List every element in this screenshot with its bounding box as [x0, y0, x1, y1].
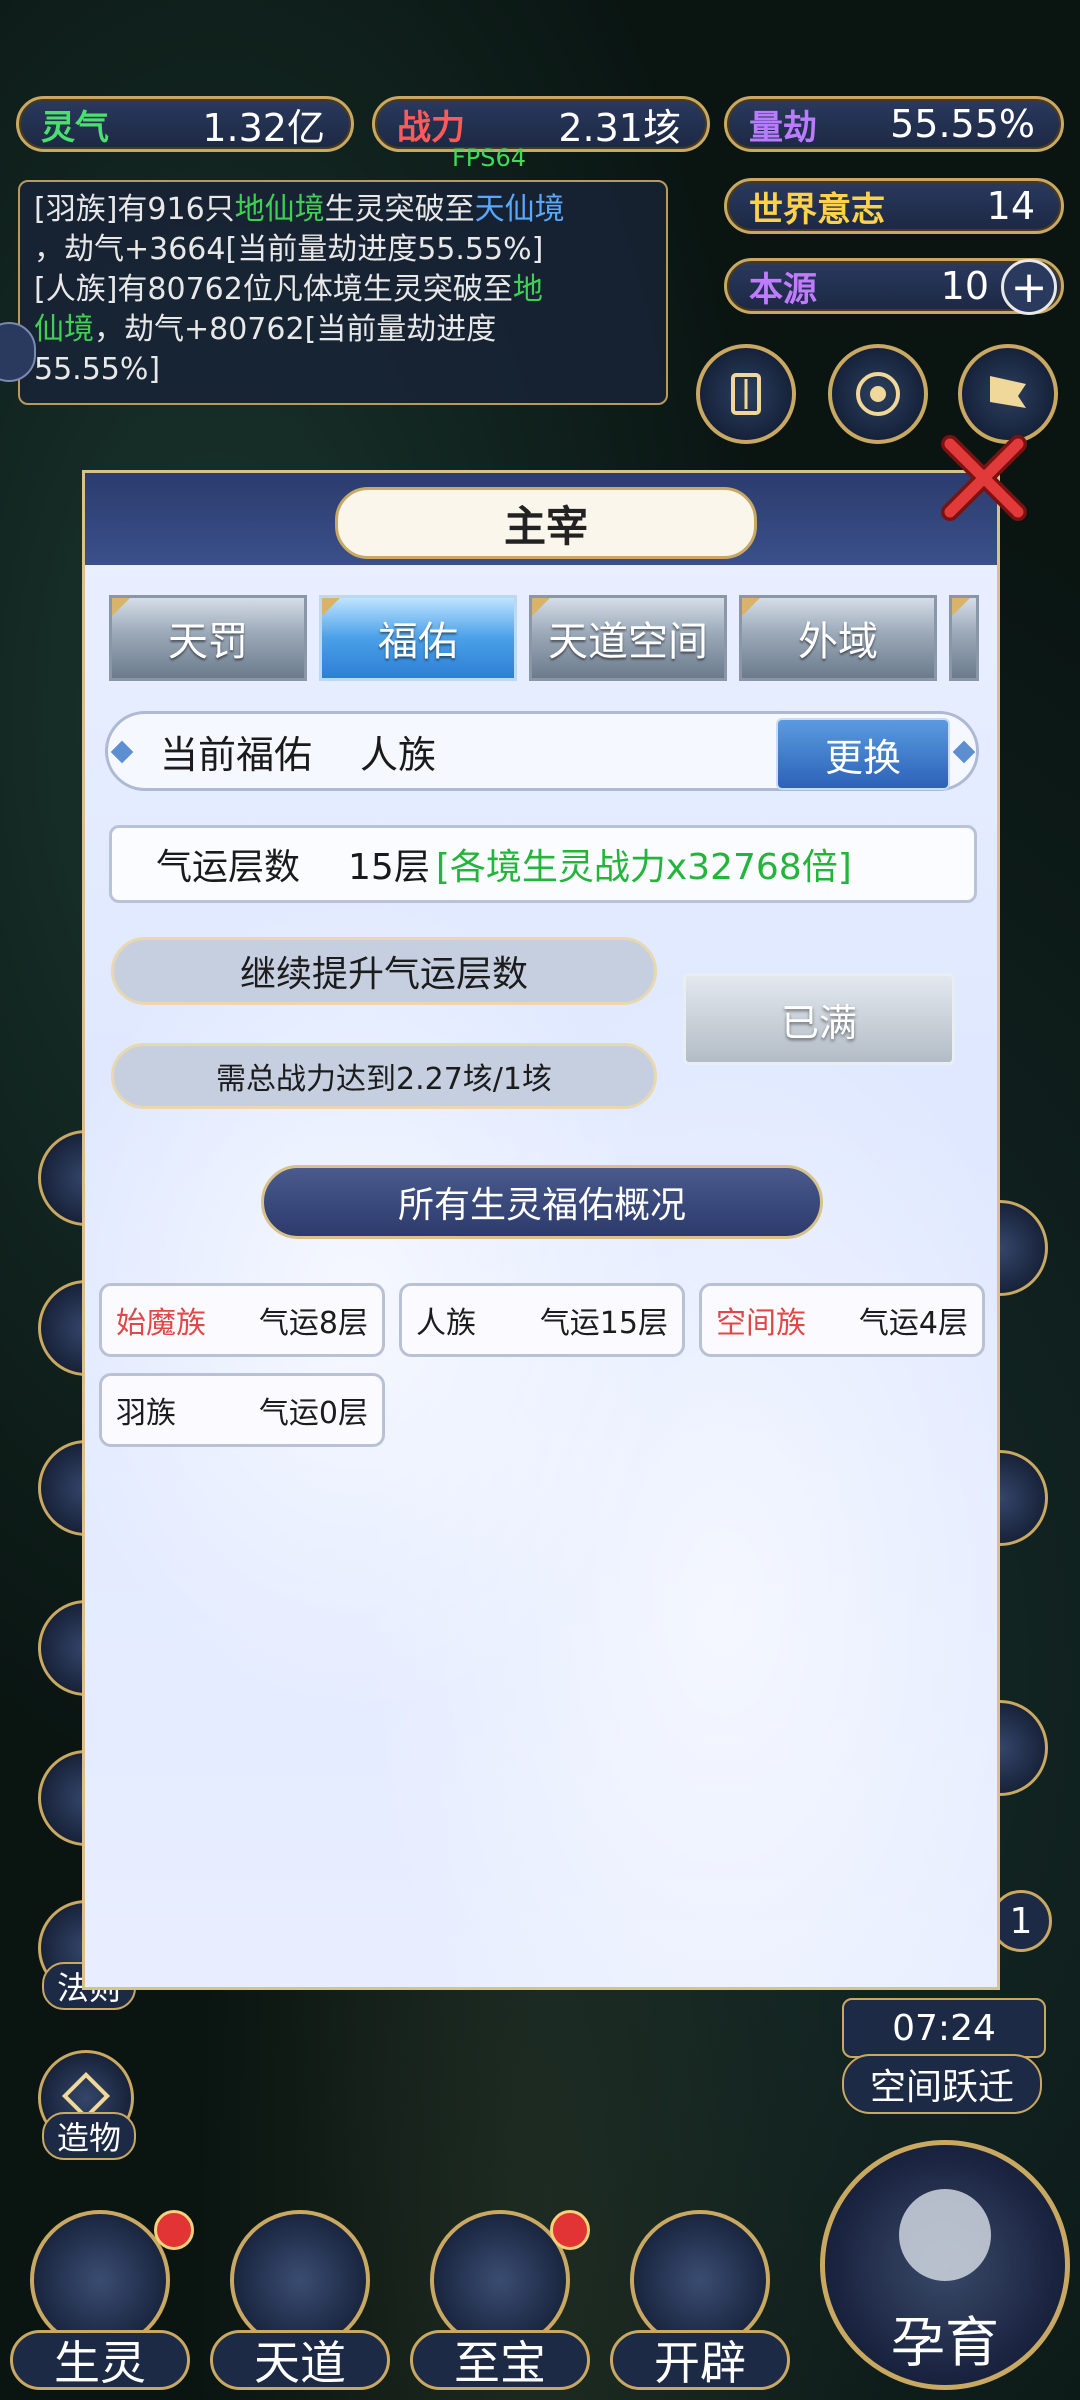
- book-icon: [731, 373, 761, 415]
- race-luck: 气运4层: [858, 1306, 968, 1341]
- current-blessing-row: 当前福佑 人族 更换: [105, 711, 979, 791]
- flag-button[interactable]: [958, 344, 1058, 444]
- liangjie-label: 量劫: [749, 107, 817, 148]
- lingqi-label: 灵气: [41, 107, 109, 148]
- countdown-timer: 07:24: [842, 1998, 1046, 2058]
- log-text: 生灵突破至: [324, 192, 475, 227]
- zhanli-value: 2.31垓: [558, 105, 681, 150]
- badge-count: 1: [1009, 1900, 1033, 1942]
- flag-icon: [990, 376, 1026, 408]
- race-name: 始魔族: [116, 1306, 206, 1341]
- zhanli-stat: 战力 2.31垓: [372, 96, 710, 152]
- tab-bar: 天罚 福佑 天道空间 外域: [109, 595, 979, 681]
- diamond-right-icon: [952, 740, 976, 764]
- nav-sheng-ling[interactable]: 生灵: [10, 2210, 194, 2390]
- log-realm: 天仙境: [474, 192, 565, 227]
- tab-tian-dao-kong-jian[interactable]: 天道空间: [529, 595, 727, 681]
- log-text: ，劫气+80762[当前量劫进度: [94, 312, 497, 347]
- shijie-value: 14: [986, 184, 1035, 228]
- race-luck: 气运8层: [258, 1306, 368, 1341]
- log-realm: 地仙境: [234, 192, 325, 227]
- zhanli-label: 战力: [397, 107, 465, 148]
- close-button[interactable]: [936, 430, 1032, 526]
- log-line-4: 仙境，劫气+80762[当前量劫进度: [34, 310, 652, 350]
- zao-wu-label[interactable]: 造物: [42, 2112, 136, 2160]
- add-benyuan-button[interactable]: +: [1001, 259, 1057, 315]
- race-name: 羽族: [116, 1396, 176, 1431]
- log-text: [羽族]有916只: [34, 192, 235, 227]
- nav-kai-pi[interactable]: 开辟: [610, 2210, 790, 2390]
- race-card: 空间族 气运4层: [699, 1283, 985, 1357]
- tab-tian-fa[interactable]: 天罚: [109, 595, 307, 681]
- log-realm: 地: [512, 272, 543, 307]
- nav-yun-yu-label: 孕育: [891, 2310, 999, 2374]
- embryo-icon: [899, 2189, 991, 2281]
- upgrade-luck-label: 继续提升气运层数: [111, 937, 657, 1005]
- lingqi-stat: 灵气 1.32亿: [16, 96, 354, 152]
- nav-tian-dao[interactable]: 天道: [210, 2210, 390, 2390]
- current-blessing-value: 人族: [360, 732, 437, 777]
- current-blessing-label: 当前福佑: [160, 732, 313, 777]
- liangjie-stat[interactable]: 量劫 55.55%: [724, 96, 1064, 152]
- race-card: 始魔族 气运8层: [99, 1283, 385, 1357]
- luck-level-row: 气运层数 15层 [各境生灵战力x32768倍]: [109, 825, 977, 903]
- race-card: 人族 气运15层: [399, 1283, 685, 1357]
- dialog-title: 主宰: [335, 487, 757, 559]
- log-line-2: ，劫气+3664[当前量劫进度55.55%]: [34, 232, 544, 267]
- nav-yun-yu[interactable]: 孕育: [820, 2140, 1070, 2390]
- space-jump-button[interactable]: 空间跃迁: [842, 2054, 1042, 2114]
- benyuan-label: 本源: [749, 269, 817, 310]
- full-button[interactable]: 已满: [683, 973, 955, 1065]
- close-icon: [941, 435, 1027, 521]
- luck-level-label: 气运层数: [156, 847, 301, 888]
- plus-icon: +: [1010, 261, 1048, 313]
- tab-fu-you[interactable]: 福佑: [319, 595, 517, 681]
- shijie-stat[interactable]: 世界意志 14: [724, 178, 1064, 234]
- liangjie-value: 55.55%: [890, 102, 1035, 146]
- vortex-icon: [856, 372, 900, 416]
- race-luck: 气运0层: [258, 1396, 368, 1431]
- notification-badge: [550, 2210, 590, 2250]
- change-button[interactable]: 更换: [776, 718, 950, 790]
- lingqi-value: 1.32亿: [202, 105, 325, 150]
- nav-tian-dao-label: 天道: [210, 2330, 390, 2390]
- nav-zhi-bao-label: 至宝: [410, 2330, 590, 2390]
- nav-kai-pi-label: 开辟: [610, 2330, 790, 2390]
- shijie-label: 世界意志: [749, 189, 885, 230]
- diamond-left-icon: [110, 740, 134, 764]
- vortex-button[interactable]: [828, 344, 928, 444]
- tab-wai-yu[interactable]: 外域: [739, 595, 937, 681]
- log-line-1: [羽族]有916只地仙境生灵突破至天仙境: [34, 190, 652, 230]
- race-luck: 气运15层: [539, 1306, 668, 1341]
- nav-sheng-ling-label: 生灵: [10, 2330, 190, 2390]
- log-line-3: [人族]有80762位凡体境生灵突破至地: [34, 270, 652, 310]
- nav-zhi-bao[interactable]: 至宝: [410, 2210, 590, 2390]
- notification-badge: [154, 2210, 194, 2250]
- master-dialog: 主宰 天罚 福佑 天道空间 外域 当前福佑 人族 更换 气运层数 15层 [各境…: [82, 470, 1000, 1990]
- overview-title: 所有生灵福佑概况: [261, 1165, 823, 1239]
- event-log: [羽族]有916只地仙境生灵突破至天仙境 ，劫气+3664[当前量劫进度55.5…: [18, 180, 668, 405]
- requirement-text: 需总战力达到2.27垓/1垓: [111, 1043, 657, 1109]
- log-realm: 仙境: [34, 312, 94, 347]
- log-text: [人族]有80762位凡体境生灵突破至: [34, 272, 513, 307]
- luck-level-value: 15层: [348, 847, 430, 888]
- log-line-5: 55.55%]: [34, 352, 161, 387]
- race-card: 羽族 气运0层: [99, 1373, 385, 1447]
- fps-counter: FPS64: [452, 144, 527, 172]
- race-name: 空间族: [716, 1306, 806, 1341]
- tab-next[interactable]: [949, 595, 979, 681]
- book-button[interactable]: [696, 344, 796, 444]
- benyuan-value: 10: [940, 264, 989, 308]
- race-name: 人族: [416, 1306, 476, 1341]
- luck-bonus: [各境生灵战力x32768倍]: [435, 847, 852, 888]
- benyuan-stat: 本源 10 +: [724, 258, 1064, 315]
